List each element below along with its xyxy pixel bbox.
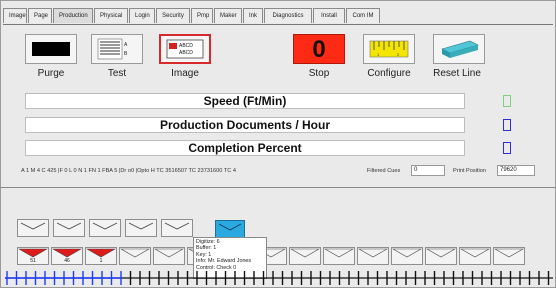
reset-line-label: Reset Line [433,68,481,79]
speed-indicator [503,95,511,107]
queue-card[interactable] [153,247,185,265]
queue-card[interactable]: 46 [51,247,83,265]
chevron-down-icon [494,248,524,258]
tab-security[interactable]: Security [156,8,190,23]
card-count: 1 [99,258,103,264]
tab-diagnostics[interactable]: Diagnostics [264,8,312,23]
print-position-label: Print Position [453,168,486,174]
print-position-field[interactable]: 79620 [497,165,535,176]
purge-button[interactable] [25,34,77,64]
svg-text:A: A [124,42,128,48]
reset-line-button[interactable] [433,34,485,64]
speed-panel: Speed (Ft/Min) [25,93,465,109]
chevron-down-icon [358,248,388,258]
ruler-config-icon: 1 2 [369,40,409,58]
test-button[interactable]: A B [91,34,143,64]
chevron-down-icon [128,222,154,230]
tab-bar: Image Page Production Physical Login Sec… [3,8,381,24]
image-preview-icon: ABCD ABCD [166,39,204,59]
purge-icon [32,42,70,56]
app-window: Image Page Production Physical Login Sec… [0,0,556,288]
queue-card[interactable] [459,247,491,265]
tab-login[interactable]: Login [129,8,155,23]
svg-text:ABCD: ABCD [179,43,193,49]
chevron-down-icon [426,248,456,258]
svg-text:ABCD: ABCD [179,50,193,56]
svg-text:B: B [124,51,128,57]
queue-card[interactable] [17,219,49,237]
queue-card[interactable] [161,219,193,237]
image-label: Image [171,68,199,79]
filtered-cues-field[interactable]: 0 [411,165,445,176]
queue-card[interactable] [289,247,321,265]
status-readout: A 1 M 4 C 425 |F 0 L 0 N 1 FN 1 FBA 5 |D… [21,168,236,174]
queue-card[interactable]: 1 [85,247,117,265]
completion-indicator [503,142,511,154]
stop-counter: 0 [312,36,326,63]
queue-card[interactable] [357,247,389,265]
configure-label: Configure [367,68,411,79]
tab-physical[interactable]: Physical [94,8,128,23]
queue-card[interactable] [493,247,525,265]
reset-line-icon [441,40,479,58]
queue-card[interactable] [323,247,355,265]
chevron-down-icon [164,222,190,230]
queue-card[interactable] [119,247,151,265]
tab-production[interactable]: Production [53,8,93,23]
chevron-down-icon [290,248,320,258]
selected-document-card[interactable] [215,220,245,238]
image-button[interactable]: ABCD ABCD [159,34,211,64]
test-label: Test [107,68,127,79]
filtered-cues-label: Filtered Cues [367,168,401,174]
tab-page[interactable]: Page [28,8,52,23]
chevron-down-icon [20,222,46,230]
queue-card[interactable] [391,247,423,265]
tab-ink[interactable]: Ink [243,8,263,23]
test-pattern-icon: A B [97,38,128,60]
chevron-down-icon [92,222,118,230]
tab-install[interactable]: Install [313,8,345,23]
card-count: 51 [30,258,36,264]
production-indicator [503,119,511,131]
chevron-down-icon [56,222,82,230]
queue-card[interactable] [53,219,85,237]
chevron-down-icon [460,248,490,258]
production-panel: Production Documents / Hour [25,117,465,133]
chevron-down-icon [392,248,422,258]
chevron-down-icon [154,248,184,258]
completion-panel: Completion Percent [25,140,465,156]
chevron-down-icon [120,248,150,258]
chevron-down-icon [324,248,354,258]
configure-button[interactable]: 1 2 [363,34,415,64]
queue-card[interactable] [425,247,457,265]
card-count: 46 [64,258,70,264]
stop-label: Stop [308,68,330,79]
tab-underline [3,24,553,25]
purge-label: Purge [37,68,65,79]
tab-maker[interactable]: Maker [214,8,242,23]
section-divider [1,187,555,188]
tab-pmp[interactable]: Pmp [191,8,213,23]
queue-card[interactable] [89,219,121,237]
tab-com-im[interactable]: Com IM [346,8,380,23]
position-ruler [5,271,553,285]
tab-image[interactable]: Image [3,8,27,23]
queue-card[interactable] [125,219,157,237]
chevron-down-icon [218,223,242,231]
stop-button[interactable]: 0 [293,34,345,64]
queue-card[interactable]: 51 [17,247,49,265]
